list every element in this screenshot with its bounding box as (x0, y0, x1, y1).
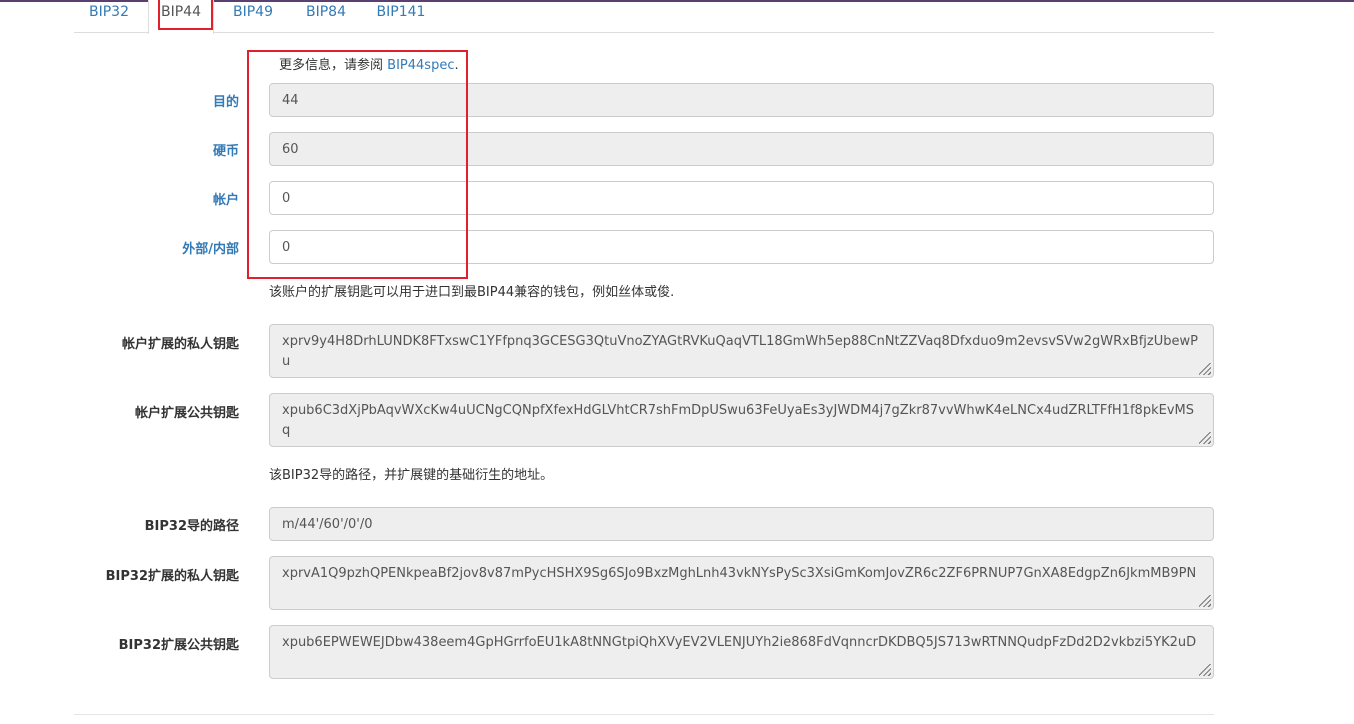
account-xprv-label: 帐户扩展的私人钥匙 (121, 337, 239, 352)
bottom-divider (74, 714, 1214, 715)
account-xpub-field[interactable]: xpub6C3dXjPbAqvWXcKw4uUCNgCQNpfXfexHdGLV… (269, 393, 1214, 447)
resize-grip-icon[interactable] (1199, 595, 1211, 607)
change-label: 外部/内部 (182, 242, 239, 257)
account-label: 帐户 (212, 193, 239, 208)
derivation-tabs: BIP32 BIP44 BIP49 BIP84 BIP141 (74, 0, 1214, 34)
account-xprv-value: xprv9y4H8DrhLUNDK8FTxswC1YFfpnq3GCESG3Qt… (282, 334, 1198, 369)
bip32-xpub-field[interactable]: xpub6EPWEWEJDbw438eem4GpHGrrfoEU1kA8tNNG… (269, 625, 1214, 679)
bip32-path-help: 该BIP32导的路径，并扩展键的基础衍生的地址。 (269, 468, 554, 483)
resize-grip-icon[interactable] (1199, 664, 1211, 676)
account-keys-help: 该账户的扩展钥匙可以用于进口到最BIP44兼容的钱包，例如丝体或俊. (269, 285, 675, 300)
account-xpub-label: 帐户扩展公共钥匙 (134, 406, 239, 421)
purpose-label: 目的 (212, 95, 239, 110)
coin-label: 硬币 (212, 144, 239, 159)
account-xprv-field[interactable]: xprv9y4H8DrhLUNDK8FTxswC1YFfpnq3GCESG3Qt… (269, 324, 1214, 378)
tab-bip32[interactable]: BIP32 (78, 0, 140, 33)
annotation-box (247, 50, 468, 279)
bip32-xprv-label: BIP32扩展的私人钥匙 (105, 569, 239, 584)
bip32-xpub-value: xpub6EPWEWEJDbw438eem4GpHGrrfoEU1kA8tNNG… (282, 635, 1197, 650)
tab-bip141[interactable]: BIP141 (368, 0, 434, 33)
account-xpub-value: xpub6C3dXjPbAqvWXcKw4uUCNgCQNpfXfexHdGLV… (282, 403, 1194, 438)
tab-bip49[interactable]: BIP49 (224, 0, 282, 33)
bip32-xprv-field[interactable]: xprvA1Q9pzhQPENkpeaBf2jov8v87mPycHSHX9Sg… (269, 556, 1214, 610)
bip32-path-field[interactable] (269, 507, 1214, 541)
bip32-xpub-label: BIP32扩展公共钥匙 (118, 638, 239, 653)
bip32-path-label: BIP32导的路径 (144, 519, 239, 534)
resize-grip-icon[interactable] (1199, 432, 1211, 444)
bip32-xprv-value: xprvA1Q9pzhQPENkpeaBf2jov8v87mPycHSHX9Sg… (282, 566, 1197, 581)
tab-bip84[interactable]: BIP84 (296, 0, 356, 33)
resize-grip-icon[interactable] (1199, 363, 1211, 375)
tab-highlight-box (158, 0, 213, 30)
